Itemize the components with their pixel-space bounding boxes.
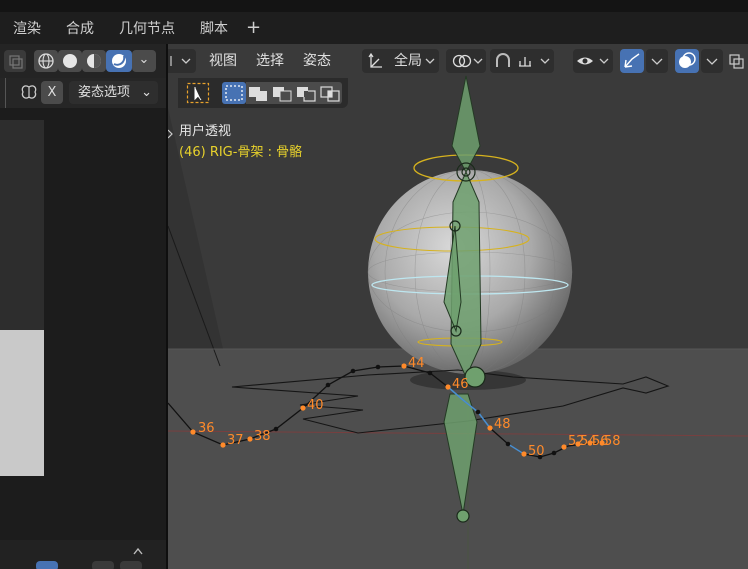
pose-options-label: 姿态选项 <box>78 85 131 100</box>
chevron-down-icon: ⌄ <box>141 85 152 100</box>
viewport-header: 视图 选择 姿态 全局 <box>168 44 748 78</box>
tab-geometry-nodes[interactable]: 几何节点 <box>119 12 175 44</box>
motion-path-frame-labels: 36 37 38 40 44 46 48 50 52 54 56 58 <box>198 356 621 459</box>
3d-viewport[interactable]: 36 37 38 40 44 46 48 50 52 54 56 58 视图 选… <box>168 44 748 569</box>
workspace-tab-bar: 渲染 合成 几何节点 脚本 + <box>0 12 748 44</box>
chevron-down-icon <box>425 58 435 64</box>
eye-icon <box>577 57 609 65</box>
xray-toggle-icon[interactable] <box>726 49 748 73</box>
gizmo-options-chevron[interactable] <box>646 49 668 73</box>
frame-label: 58 <box>604 434 621 449</box>
view-name-label: 用户透视 <box>179 124 232 139</box>
window-top-strip <box>0 0 748 12</box>
rendered-shading-icon[interactable] <box>106 50 132 72</box>
wireframe-shading-icon[interactable] <box>34 50 58 72</box>
snap-magnet-icon <box>496 53 550 67</box>
overlays-toggle-icon[interactable] <box>675 49 699 73</box>
select-invert-icon[interactable] <box>294 82 318 104</box>
add-workspace-button[interactable]: + <box>246 12 261 44</box>
divider <box>5 78 6 108</box>
gizmo-toggle-icon[interactable] <box>620 49 644 73</box>
tab-render[interactable]: 渲染 <box>13 12 41 44</box>
snapping-group[interactable] <box>490 49 554 73</box>
transform-orientation-dropdown[interactable]: 全局 <box>362 49 439 73</box>
overlays-options-chevron[interactable] <box>701 49 723 73</box>
image-dark-region <box>0 120 44 330</box>
chevron-down-icon <box>181 58 191 64</box>
image-light-region <box>0 330 44 476</box>
pivot-icon <box>452 54 483 68</box>
toolbar-toggle-icon[interactable] <box>168 126 174 142</box>
frame-label: 44 <box>408 356 425 371</box>
visibility-dropdown[interactable] <box>573 49 613 73</box>
shading-options-chevron-icon[interactable]: ⌄ <box>132 50 156 72</box>
object-info-label: (46) RIG-骨架 : 骨骼 <box>179 145 303 160</box>
frame-label: 36 <box>198 421 215 436</box>
pose-options-dropdown[interactable]: 姿态选项 ⌄ <box>69 81 158 104</box>
tab-scripting[interactable]: 脚本 <box>200 12 228 44</box>
left-editor-header: ⌄ <box>0 44 166 78</box>
select-tweak-icon[interactable] <box>186 82 210 104</box>
select-intersect-icon[interactable] <box>318 82 342 104</box>
left-editor-footer <box>0 540 166 569</box>
frame-label: 40 <box>307 398 324 413</box>
butterfly-mirror-icon[interactable] <box>18 82 40 104</box>
menu-view[interactable]: 视图 <box>209 44 237 78</box>
material-preview-icon[interactable] <box>82 50 106 72</box>
frame-label: 37 <box>227 433 244 448</box>
orientation-gizmo-icon <box>368 52 382 68</box>
frame-label: 38 <box>254 429 271 444</box>
selection-tool-row <box>178 78 348 108</box>
orientation-label: 全局 <box>394 53 422 69</box>
chevron-down-icon <box>706 58 718 65</box>
select-subtract-icon[interactable] <box>270 82 294 104</box>
collapse-up-icon <box>133 547 143 555</box>
chevron-down-icon <box>651 58 663 65</box>
solid-shading-icon[interactable] <box>58 50 82 72</box>
frame-label: 50 <box>528 444 545 459</box>
pivot-point-dropdown[interactable] <box>446 49 486 73</box>
select-extend-icon[interactable] <box>246 82 270 104</box>
left-editor-toolbar: X 姿态选项 ⌄ <box>0 78 166 108</box>
frame-label: 46 <box>452 377 469 392</box>
menu-select[interactable]: 选择 <box>256 44 284 78</box>
menu-pose[interactable]: 姿态 <box>303 44 331 78</box>
mirror-x-toggle[interactable]: X <box>41 81 63 104</box>
frame-label: 48 <box>494 417 511 432</box>
mode-dropdown-tail[interactable] <box>168 49 196 73</box>
select-new-icon[interactable] <box>222 82 246 104</box>
left-editor-canvas <box>0 108 166 569</box>
tab-compositing[interactable]: 合成 <box>66 12 94 44</box>
overlay-toggle-icon[interactable] <box>4 50 26 72</box>
